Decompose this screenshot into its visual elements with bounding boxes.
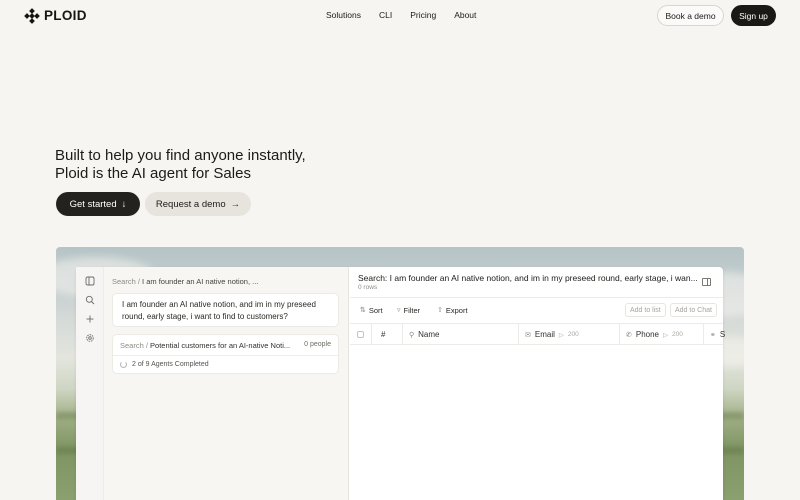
hero-title: Built to help you find anyone instantly,… — [55, 147, 375, 183]
add-to-chat-button[interactable]: Add to Chat — [670, 303, 717, 317]
logo-icon — [24, 7, 40, 24]
task-root: Search — [120, 341, 144, 350]
sidebar-toggle-icon[interactable] — [702, 278, 711, 286]
search-icon[interactable] — [85, 295, 95, 305]
column-extra-label: S — [719, 330, 726, 339]
filter-label: Filter — [403, 305, 421, 315]
breadcrumb-root[interactable]: Search — [112, 277, 136, 286]
filter-icon: ▿ — [397, 307, 401, 314]
export-icon: ⇧ — [437, 307, 443, 314]
results-title: Search: I am founder an AI native notion… — [358, 273, 698, 283]
top-nav: PLOID Solutions CLI Pricing About Book a… — [0, 0, 800, 32]
get-started-button[interactable]: Get started ↓ — [56, 192, 140, 216]
email-count: 200 — [567, 331, 579, 338]
export-label: Export — [445, 305, 468, 315]
mail-icon: ✉ — [525, 331, 531, 339]
panel-icon[interactable] — [85, 276, 95, 286]
chat-panel: Search / I am founder an AI native notio… — [104, 267, 349, 500]
side-rail — [76, 267, 104, 500]
arrow-right-icon: → — [230, 198, 241, 210]
link-icon: ⚭ — [710, 331, 716, 339]
breadcrumb-current: I am founder an AI native notion, ... — [142, 277, 259, 286]
phone-icon: ✆ — [626, 331, 632, 339]
column-name-label: Name — [418, 330, 440, 339]
play-icon: ▷ — [663, 331, 669, 339]
column-header-phone[interactable]: ✆ Phone ▷ 200 — [620, 324, 704, 345]
get-started-label: Get started — [69, 198, 117, 210]
plus-icon[interactable] — [85, 314, 95, 324]
select-all-checkbox[interactable] — [357, 331, 364, 338]
select-all-cell — [350, 324, 372, 345]
nav-links: Solutions CLI Pricing About — [326, 10, 476, 20]
task-separator: / — [145, 341, 148, 350]
column-header-email[interactable]: ✉ Email ▷ 200 — [519, 324, 620, 345]
add-to-list-button[interactable]: Add to list — [625, 303, 666, 317]
app-window: Search / I am founder an AI native notio… — [76, 267, 726, 500]
task-status: 2 of 9 Agents Completed — [120, 361, 209, 368]
request-demo-label: Request a demo — [155, 198, 226, 210]
arrow-down-icon: ↓ — [121, 198, 127, 210]
column-header-extra[interactable]: ⚭ S — [704, 324, 726, 345]
product-showcase: Search / I am founder an AI native notio… — [56, 247, 744, 500]
divider — [350, 297, 723, 298]
play-icon: ▷ — [558, 331, 564, 339]
nav-link-pricing[interactable]: Pricing — [410, 10, 436, 20]
task-status-text: 2 of 9 Agents Completed — [132, 361, 209, 368]
column-phone-label: Phone — [635, 330, 660, 339]
nav-link-cli[interactable]: CLI — [379, 10, 392, 20]
request-demo-button[interactable]: Request a demo → — [145, 192, 251, 216]
hero-title-line-1: Built to help you find anyone instantly, — [55, 147, 306, 164]
sort-label: Sort — [368, 305, 383, 315]
nav-link-about[interactable]: About — [454, 10, 476, 20]
breadcrumb: Search / I am founder an AI native notio… — [112, 277, 258, 286]
hero-title-line-2: Ploid is the AI agent for Sales — [55, 165, 251, 182]
task-title: Potential customers for an AI-native Not… — [150, 341, 291, 350]
phone-count: 200 — [672, 331, 683, 338]
export-button[interactable]: ⇧ Export — [433, 303, 472, 317]
sign-up-button[interactable]: Sign up — [731, 5, 776, 26]
people-count: 0 people — [304, 341, 331, 348]
book-demo-button[interactable]: Book a demo — [657, 5, 724, 26]
column-header-number[interactable]: # — [372, 324, 403, 345]
breadcrumb-separator: / — [137, 277, 140, 286]
filter-button[interactable]: ▿ Filter — [393, 303, 424, 317]
column-email-label: Email — [534, 330, 555, 339]
column-header-name[interactable]: ⚲ Name — [403, 324, 519, 345]
results-panel: Search: I am founder an AI native notion… — [350, 267, 726, 500]
row-count: 0 rows — [358, 284, 378, 291]
nav-link-solutions[interactable]: Solutions — [326, 10, 361, 20]
agent-task-card[interactable]: Search / Potential customers for an AI-n… — [112, 334, 339, 374]
gear-icon[interactable] — [85, 333, 95, 343]
task-heading: Search / Potential customers for an AI-n… — [120, 341, 295, 350]
sort-icon: ⇅ — [360, 307, 366, 314]
person-icon: ⚲ — [409, 331, 415, 339]
table-header: # ⚲ Name ✉ Email ▷ 200 ✆ Phone ▷ 200 ⚭ S — [350, 323, 726, 345]
divider — [113, 355, 338, 356]
logo-text: PLOID — [44, 8, 87, 23]
logo[interactable]: PLOID — [24, 7, 87, 24]
sort-button[interactable]: ⇅ Sort — [356, 303, 387, 317]
user-message: I am founder an AI native notion, and im… — [112, 293, 339, 327]
column-number-label: # — [381, 330, 386, 339]
spinner-icon — [120, 361, 127, 368]
